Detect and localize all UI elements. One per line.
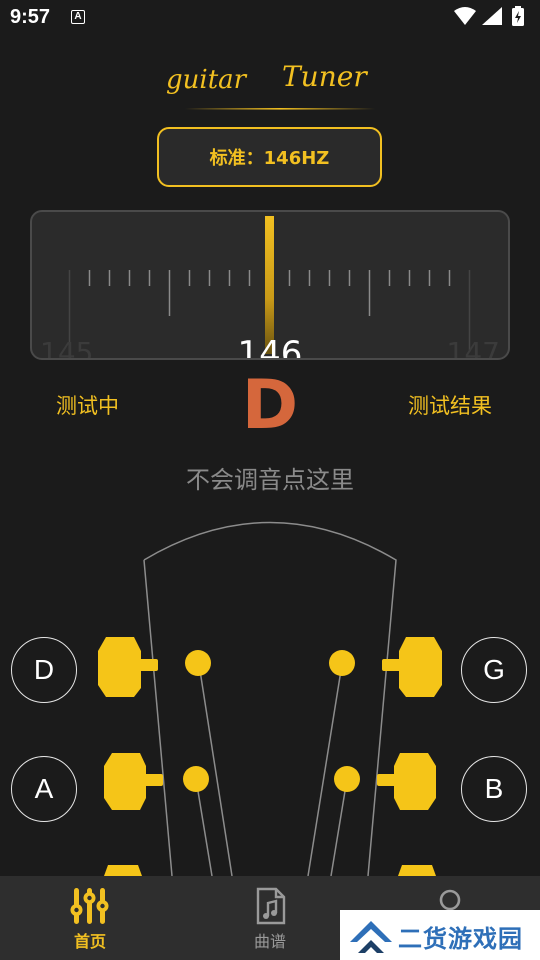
standard-frequency-button[interactable]: 标准：146HZ xyxy=(157,127,382,187)
tuning-help-link[interactable]: 不会调音点这里 xyxy=(0,460,540,495)
watermark-badge: 二货游戏园 xyxy=(340,910,540,960)
status-icons xyxy=(454,6,524,26)
battery-icon xyxy=(512,6,524,26)
logo-word-guitar: guitar xyxy=(166,65,248,95)
guitar-strings xyxy=(195,663,348,876)
meter-right-value: 147 xyxy=(446,336,500,360)
string-b-button[interactable]: B xyxy=(461,756,527,822)
status-time: 9:57 xyxy=(10,6,51,28)
tab-scores-label: 曲谱 xyxy=(253,932,286,951)
headstock-outline xyxy=(143,521,397,876)
tuning-peg-a xyxy=(104,753,209,810)
watermark-text: 二货游戏园 xyxy=(398,925,523,953)
tuner-meter: 145 146 147 xyxy=(30,210,510,360)
tuner-sliders-icon xyxy=(70,888,109,924)
tab-scores[interactable]: 曲谱 xyxy=(210,876,330,960)
tuning-peg-g xyxy=(329,637,442,697)
tuning-peg-e-low xyxy=(104,865,142,876)
notification-a-icon: A xyxy=(71,10,85,24)
watermark-logo-icon xyxy=(350,921,392,953)
string-d-button[interactable]: D xyxy=(11,637,77,703)
standard-frequency-label: 标准：146HZ xyxy=(209,148,330,169)
wifi-icon xyxy=(454,7,476,25)
app-logo: guitar Tuner xyxy=(166,60,375,110)
guitar-headstock xyxy=(98,521,442,876)
tab-home[interactable]: 首页 xyxy=(30,876,150,960)
status-bar: 9:57 A xyxy=(0,0,540,36)
music-sheet-icon xyxy=(256,887,286,925)
meter-center-value: 146 xyxy=(237,334,303,360)
signal-icon xyxy=(482,7,502,25)
test-result-button[interactable]: 测试结果 xyxy=(408,390,492,420)
tuning-peg-d xyxy=(98,637,211,697)
tuning-peg-e-high xyxy=(398,865,436,876)
string-a-button[interactable]: A xyxy=(11,756,77,822)
logo-word-tuner: Tuner xyxy=(282,60,368,93)
string-g-button[interactable]: G xyxy=(461,637,527,703)
tab-home-label: 首页 xyxy=(73,932,106,951)
tuning-peg-b xyxy=(334,753,436,810)
